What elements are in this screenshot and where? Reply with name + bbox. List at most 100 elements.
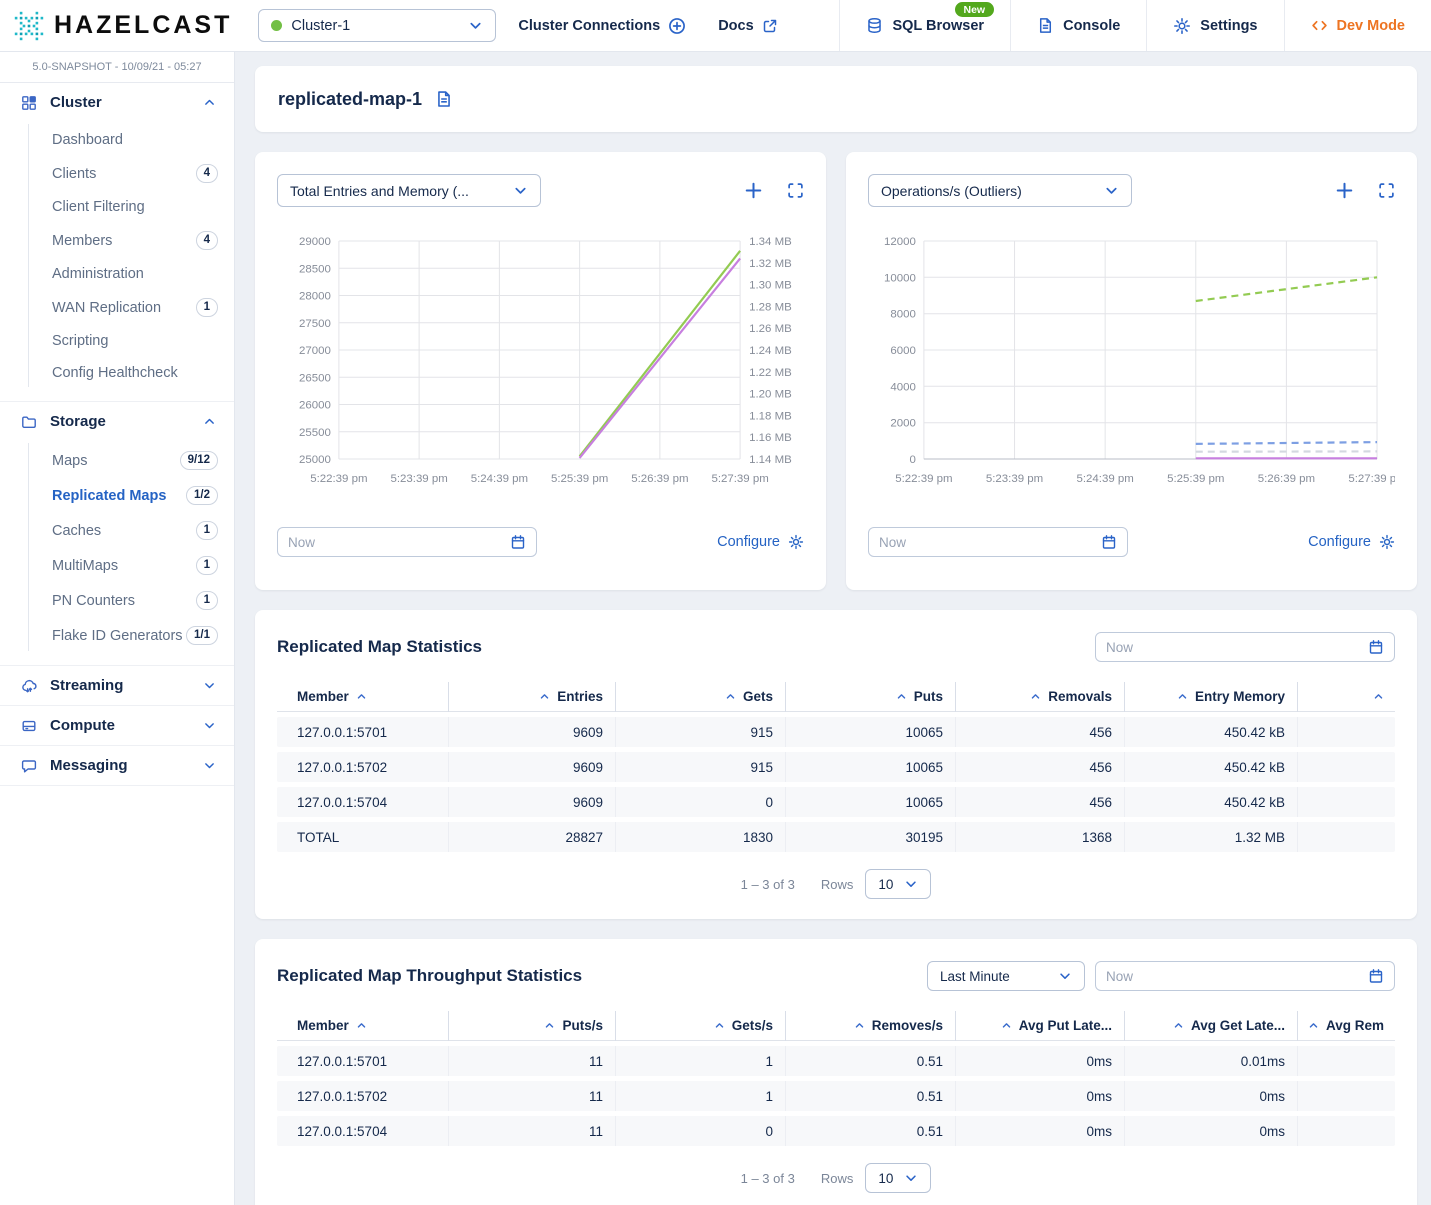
chevron-down-icon: [203, 759, 216, 772]
column-header-avg-put-late[interactable]: Avg Put Late...: [956, 1011, 1125, 1041]
svg-text:5:26:39 pm: 5:26:39 pm: [1258, 473, 1315, 485]
cluster-selector[interactable]: Cluster-1: [258, 9, 496, 42]
svg-text:27500: 27500: [299, 318, 331, 330]
cell-value: [1298, 1046, 1395, 1076]
nav-console[interactable]: Console: [1010, 0, 1146, 51]
replicated-map-throughput-card: Replicated Map Throughput Statistics Las…: [255, 939, 1417, 1205]
time-travel-input[interactable]: Now: [1095, 961, 1395, 991]
svg-text:1.34 MB: 1.34 MB: [749, 236, 792, 248]
sidebar-item-label: MultiMaps: [52, 558, 196, 574]
header-nav-right: New SQL Browser Console Settings Dev Mod…: [839, 0, 1431, 51]
chart-metric-select[interactable]: Total Entries and Memory (...: [277, 174, 541, 207]
sidebar-item-flake-id-generators[interactable]: Flake ID Generators1/1: [0, 618, 234, 653]
chevron-down-icon: [904, 1171, 918, 1185]
column-header-label: Avg Rem: [1326, 1018, 1384, 1033]
sidebar-item-members[interactable]: Members4: [0, 223, 234, 258]
sidebar-item-clients[interactable]: Clients4: [0, 156, 234, 191]
cell-value: 915: [616, 752, 786, 782]
sidebar-item-wan-replication[interactable]: WAN Replication1: [0, 290, 234, 325]
period-select[interactable]: Last Minute: [927, 961, 1085, 991]
column-header-label: Puts: [914, 689, 943, 704]
svg-text:1.22 MB: 1.22 MB: [749, 367, 792, 379]
chat-icon: [21, 758, 37, 774]
expand-chart-icon[interactable]: [787, 182, 804, 199]
column-header-gets-s[interactable]: Gets/s: [616, 1011, 786, 1041]
sidebar-item-administration[interactable]: Administration: [0, 258, 234, 290]
sidebar-item-scripting[interactable]: Scripting: [0, 325, 234, 357]
svg-text:5:24:39 pm: 5:24:39 pm: [1076, 473, 1133, 485]
configure-chart-link[interactable]: Configure: [1308, 534, 1395, 550]
column-header-gets[interactable]: Gets: [616, 682, 786, 712]
svg-text:1.26 MB: 1.26 MB: [749, 323, 792, 335]
cell-value: 0.51: [786, 1116, 956, 1146]
operations-chart-card: Operations/s (Outliers) 5:22:39 pm5:23:3…: [846, 152, 1417, 590]
time-travel-input[interactable]: Now: [1095, 632, 1395, 662]
sidebar-item-pn-counters[interactable]: PN Counters1: [0, 583, 234, 618]
column-header-removals[interactable]: Removals: [956, 682, 1125, 712]
column-header-puts-s[interactable]: Puts/s: [449, 1011, 616, 1041]
column-header-entry-memory[interactable]: Entry Memory: [1125, 682, 1298, 712]
entries-memory-chart-card: Total Entries and Memory (... 5:22:39 pm…: [255, 152, 826, 590]
nav-sql-browser[interactable]: New SQL Browser: [839, 0, 1010, 51]
section-header-storage[interactable]: Storage: [0, 401, 234, 441]
column-header-removes-s[interactable]: Removes/s: [786, 1011, 956, 1041]
nav-settings[interactable]: Settings: [1146, 0, 1283, 51]
chart-metric-select[interactable]: Operations/s (Outliers): [868, 174, 1132, 207]
sidebar-item-caches[interactable]: Caches1: [0, 513, 234, 548]
version-label: 5.0-SNAPSHOT - 10/09/21 - 05:27: [0, 52, 234, 83]
column-header-entries[interactable]: Entries: [449, 682, 616, 712]
expand-chart-icon[interactable]: [1378, 182, 1395, 199]
column-header-avg-get-late[interactable]: Avg Get Late...: [1125, 1011, 1298, 1041]
column-header-label: Entry Memory: [1195, 689, 1285, 704]
pagination-range: 1 – 3 of 3: [741, 877, 795, 892]
cell-value: 11: [449, 1116, 616, 1146]
map-config-document-icon[interactable]: [435, 90, 453, 108]
nav-docs[interactable]: Docs: [718, 0, 777, 51]
svg-text:25500: 25500: [299, 427, 331, 439]
configure-chart-link[interactable]: Configure: [717, 534, 804, 550]
section-header-messaging[interactable]: Messaging: [0, 745, 234, 785]
add-chart-icon[interactable]: [744, 181, 763, 200]
table-row[interactable]: 127.0.0.1:57021110.510ms0ms: [277, 1081, 1395, 1111]
add-chart-icon[interactable]: [1335, 181, 1354, 200]
calendar-icon: [1368, 968, 1384, 984]
time-travel-input[interactable]: Now: [868, 527, 1128, 557]
table-row[interactable]: TOTAL2882718303019513681.32 MB: [277, 822, 1395, 852]
page-size-select[interactable]: 10: [865, 869, 931, 899]
cell-value: 30195: [786, 822, 956, 852]
count-badge: 1: [196, 556, 218, 575]
column-header-member[interactable]: Member: [277, 1011, 449, 1041]
sidebar-item-config-healthcheck[interactable]: Config Healthcheck: [0, 357, 234, 389]
table-row[interactable]: 127.0.0.1:5701960991510065456450.42 kB: [277, 717, 1395, 747]
sidebar-item-replicated-maps[interactable]: Replicated Maps1/2: [0, 478, 234, 513]
sidebar-item-label: Config Healthcheck: [52, 365, 218, 381]
time-travel-input[interactable]: Now: [277, 527, 537, 557]
cell-member: 127.0.0.1:5702: [277, 752, 449, 782]
section-header-cluster[interactable]: Cluster: [0, 83, 234, 122]
chevron-down-icon: [468, 18, 483, 33]
count-badge: 1/2: [186, 486, 218, 505]
table-row[interactable]: 127.0.0.1:5702960991510065456450.42 kB: [277, 752, 1395, 782]
column-header-puts[interactable]: Puts: [786, 682, 956, 712]
table-row[interactable]: 127.0.0.1:57049609010065456450.42 kB: [277, 787, 1395, 817]
sidebar-item-dashboard[interactable]: Dashboard: [0, 124, 234, 156]
calendar-icon: [1368, 639, 1384, 655]
column-header-member[interactable]: Member: [277, 682, 449, 712]
sidebar-item-maps[interactable]: Maps9/12: [0, 443, 234, 478]
table-row[interactable]: 127.0.0.1:57041100.510ms0ms: [277, 1116, 1395, 1146]
cell-value: 0: [616, 1116, 786, 1146]
table-row[interactable]: 127.0.0.1:57011110.510ms0.01ms: [277, 1046, 1395, 1076]
page-size-select[interactable]: 10: [865, 1163, 931, 1193]
column-header-label: Gets/s: [732, 1018, 773, 1033]
section-header-compute[interactable]: Compute: [0, 705, 234, 745]
column-header-avg-rem[interactable]: Avg Rem: [1298, 1011, 1395, 1041]
section-header-streaming[interactable]: Streaming: [0, 665, 234, 705]
nav-cluster-connections[interactable]: Cluster Connections: [518, 0, 686, 51]
nav-dev-mode[interactable]: Dev Mode: [1284, 0, 1431, 51]
stats-table-title: Replicated Map Statistics: [277, 637, 1095, 657]
column-header-label: Avg Put Late...: [1019, 1018, 1112, 1033]
sidebar-item-multimaps[interactable]: MultiMaps1: [0, 548, 234, 583]
rows-label: Rows: [821, 877, 854, 892]
sidebar-item-client-filtering[interactable]: Client Filtering: [0, 191, 234, 223]
column-header-blank[interactable]: [1298, 682, 1395, 712]
